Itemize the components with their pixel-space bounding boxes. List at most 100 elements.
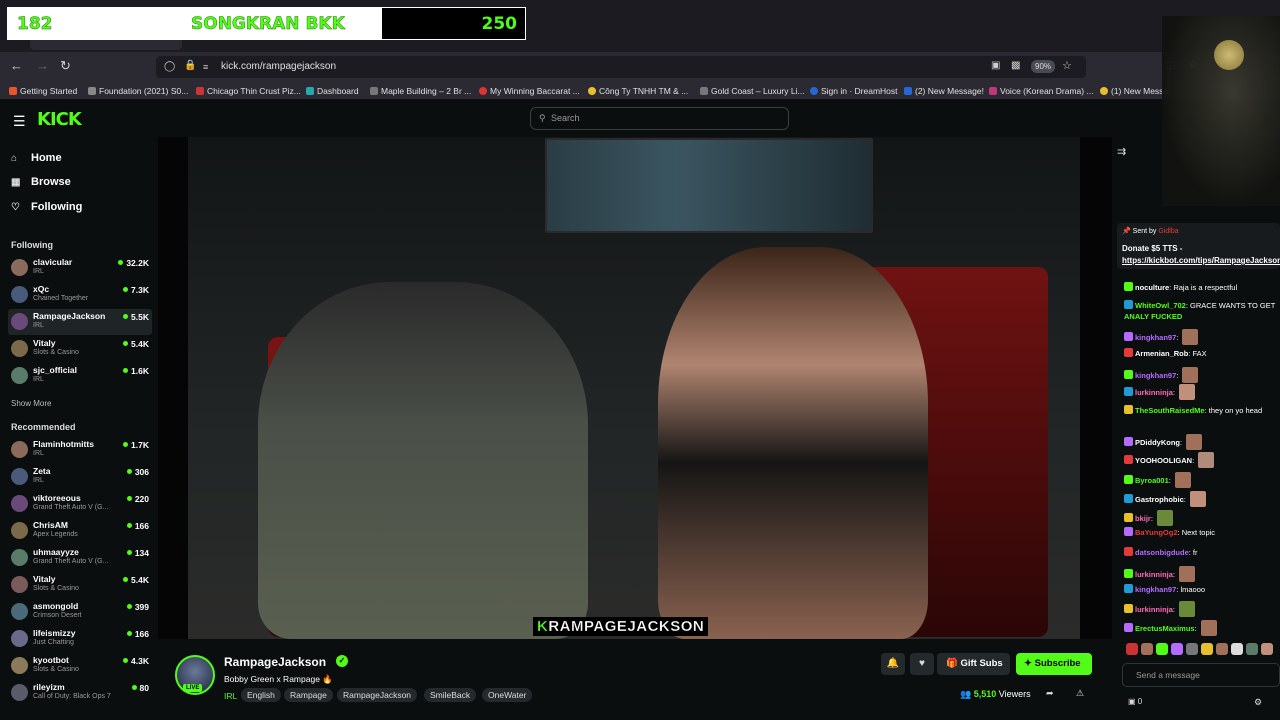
bookmark-item[interactable]: Dashboard (306, 86, 359, 96)
bookmark-item[interactable]: (2) New Message! (904, 86, 984, 96)
channel-row[interactable]: Vitaly Slots & Casino 5.4K (8, 572, 152, 598)
bookmark-item[interactable]: My Winning Baccarat ... (479, 86, 580, 96)
channel-row[interactable]: uhmaayyze Grand Theft Auto V (G... 134 (8, 545, 152, 571)
bookmark-item[interactable]: Maple Building – 2 Br ... (370, 86, 471, 96)
channel-row[interactable]: clavicular IRL 32.2K (8, 255, 152, 281)
nav-home[interactable]: ⌂ Home (11, 152, 62, 164)
url-text[interactable]: kick.com/rampagejackson (221, 61, 336, 72)
channel-row[interactable]: viktoreeous Grand Theft Auto V (G... 220 (8, 491, 152, 517)
bookmark-item[interactable]: Gold Coast – Luxury Li... (700, 86, 805, 96)
shield-icon[interactable]: ◯ (164, 61, 175, 72)
chat-username[interactable]: Gastrophobic (1135, 495, 1184, 504)
chat-emote-icon (1179, 601, 1196, 617)
bookmark-item[interactable]: Foundation (2021) S0... (88, 86, 188, 96)
emote-shortcut-icon[interactable] (1201, 643, 1213, 655)
chat-username[interactable]: ErectusMaximus (1135, 624, 1195, 633)
chat-username[interactable]: Armenian_Rob (1135, 349, 1188, 358)
chat-username[interactable]: WhiteOwl_702 (1135, 301, 1186, 310)
collapse-chat-icon[interactable]: ⇉ (1117, 145, 1126, 158)
stream-tag[interactable]: OneWater (482, 688, 533, 702)
channel-row[interactable]: ChrisAM Apex Legends 166 (8, 518, 152, 544)
emote-shortcut-icon[interactable] (1126, 643, 1138, 655)
browse-icon: ▦ (11, 177, 21, 188)
kick-logo[interactable]: KICK (37, 109, 82, 130)
notification-bell-button[interactable]: 🔔 (881, 653, 905, 675)
chat-username[interactable]: lurkinninja (1135, 570, 1173, 579)
chat-username[interactable]: kingkhan97 (1135, 333, 1176, 342)
search-input[interactable]: ⚲ Search (530, 107, 789, 130)
stream-tag[interactable]: SmileBack (424, 688, 477, 702)
channel-row[interactable]: lifeismizzy Just Chatting 166 (8, 626, 152, 652)
bookmark-item[interactable]: Getting Started (9, 86, 77, 96)
channel-row[interactable]: asmongold Crimson Desert 399 (8, 599, 152, 625)
chat-username[interactable]: kingkhan97 (1135, 371, 1176, 380)
chat-username[interactable]: TheSouthRaisedMe (1135, 406, 1205, 415)
channel-row[interactable]: sjc_official IRL 1.6K (8, 363, 152, 389)
chat-settings-icon[interactable]: ⚙ (1254, 697, 1262, 708)
channel-points[interactable]: ▣ 0 (1128, 697, 1142, 706)
chat-username[interactable]: bkijr (1135, 514, 1151, 523)
reload-icon[interactable]: ↻ (60, 58, 71, 74)
pinned-sent-by: 📌 Sent by Gidlba (1122, 228, 1179, 235)
stream-tag[interactable]: Rampage (284, 688, 333, 702)
live-dot-icon (123, 287, 129, 292)
video-player[interactable]: KRAMPAGEJACKSON (158, 137, 1112, 639)
reader-view-icon[interactable]: ▣ (991, 60, 1000, 71)
show-more-link[interactable]: Show More (11, 399, 51, 408)
chat-username[interactable]: lurkinninja (1135, 388, 1173, 397)
channel-row[interactable]: xQc Chained Together 7.3K (8, 282, 152, 308)
stream-tag[interactable]: RampageJackson (337, 688, 418, 702)
bookmark-item[interactable]: Chicago Thin Crust Piz... (196, 86, 301, 96)
back-arrow-icon[interactable]: ← (10, 58, 23, 73)
chat-username[interactable]: lurkinninja (1135, 605, 1173, 614)
gift-subs-button[interactable]: 🎁 Gift Subs (937, 653, 1010, 675)
nav-browse[interactable]: ▦ Browse (11, 176, 71, 188)
channel-row[interactable]: Flaminhotmitts IRL 1.7K (8, 437, 152, 463)
emote-shortcut-icon[interactable] (1246, 643, 1258, 655)
chat-username[interactable]: datsonbigdude (1135, 548, 1189, 557)
channel-row[interactable]: RampageJackson IRL 5.5K (8, 309, 152, 335)
menu-icon[interactable]: ☰ (13, 113, 26, 130)
emote-shortcut-icon[interactable] (1171, 643, 1183, 655)
channel-row[interactable]: kyootbot Slots & Casino 4.3K (8, 653, 152, 679)
channel-name: Vitaly (33, 574, 56, 584)
bookmark-item[interactable]: Sign in · DreamHost (810, 86, 898, 96)
report-icon[interactable]: ⚠ (1076, 688, 1084, 699)
follow-heart-button[interactable]: ♥ (910, 653, 934, 675)
emote-shortcut-icon[interactable] (1231, 643, 1243, 655)
bookmark-item[interactable]: Công Ty TNHH TM & ... (588, 86, 688, 96)
emote-shortcut-icon[interactable] (1141, 643, 1153, 655)
channel-row[interactable]: rileyizm Call of Duty: Black Ops 7 80 (8, 680, 152, 706)
chat-username[interactable]: noculture (1135, 283, 1169, 292)
chat-username[interactable]: YOOHOOLIGAN (1135, 456, 1192, 465)
channel-row[interactable]: Zeta IRL 306 (8, 464, 152, 490)
chat-username[interactable]: kingkhan97 (1135, 585, 1176, 594)
lock-icon[interactable]: 🔒 (184, 60, 196, 71)
bookmark-favicon-icon (306, 87, 314, 95)
emote-shortcut-icon[interactable] (1216, 643, 1228, 655)
nav-following[interactable]: ♡ Following (11, 201, 82, 213)
bookmark-item[interactable]: (1) New Messa (1100, 86, 1168, 96)
chat-username[interactable]: Byroa001 (1135, 476, 1169, 485)
channel-row[interactable]: Vitaly Slots & Casino 5.4K (8, 336, 152, 362)
chat-username[interactable]: BaYungOg2 (1135, 528, 1178, 537)
chat-input[interactable]: Send a message (1122, 663, 1280, 687)
bookmark-star-icon[interactable]: ☆ (1062, 59, 1072, 72)
streamer-name[interactable]: RampageJackson (224, 655, 326, 669)
bookmark-item[interactable]: Voice (Korean Drama) ... (989, 86, 1094, 96)
permissions-icon[interactable]: ≡ (203, 62, 208, 72)
download-icon[interactable]: ▩ (1011, 60, 1020, 71)
subscribe-button[interactable]: ✦ Subscribe (1016, 653, 1092, 675)
chat-username[interactable]: PDiddyKong (1135, 438, 1180, 447)
chat-badge-icon (1124, 513, 1133, 522)
chat-message: TheSouthRaisedMe: they on yo head (1124, 405, 1262, 416)
zoom-level[interactable]: 90% (1031, 60, 1056, 73)
forward-arrow-icon[interactable]: → (36, 58, 49, 73)
emote-shortcut-icon[interactable] (1156, 643, 1168, 655)
emote-shortcut-icon[interactable] (1261, 643, 1273, 655)
share-icon[interactable]: ➦ (1046, 688, 1054, 699)
stream-tag[interactable]: English (241, 688, 281, 702)
emote-shortcut-icon[interactable] (1186, 643, 1198, 655)
stream-category[interactable]: IRL (224, 691, 237, 701)
donate-link[interactable]: https://kickbot.com/tips/RampageJackson (1122, 256, 1280, 265)
